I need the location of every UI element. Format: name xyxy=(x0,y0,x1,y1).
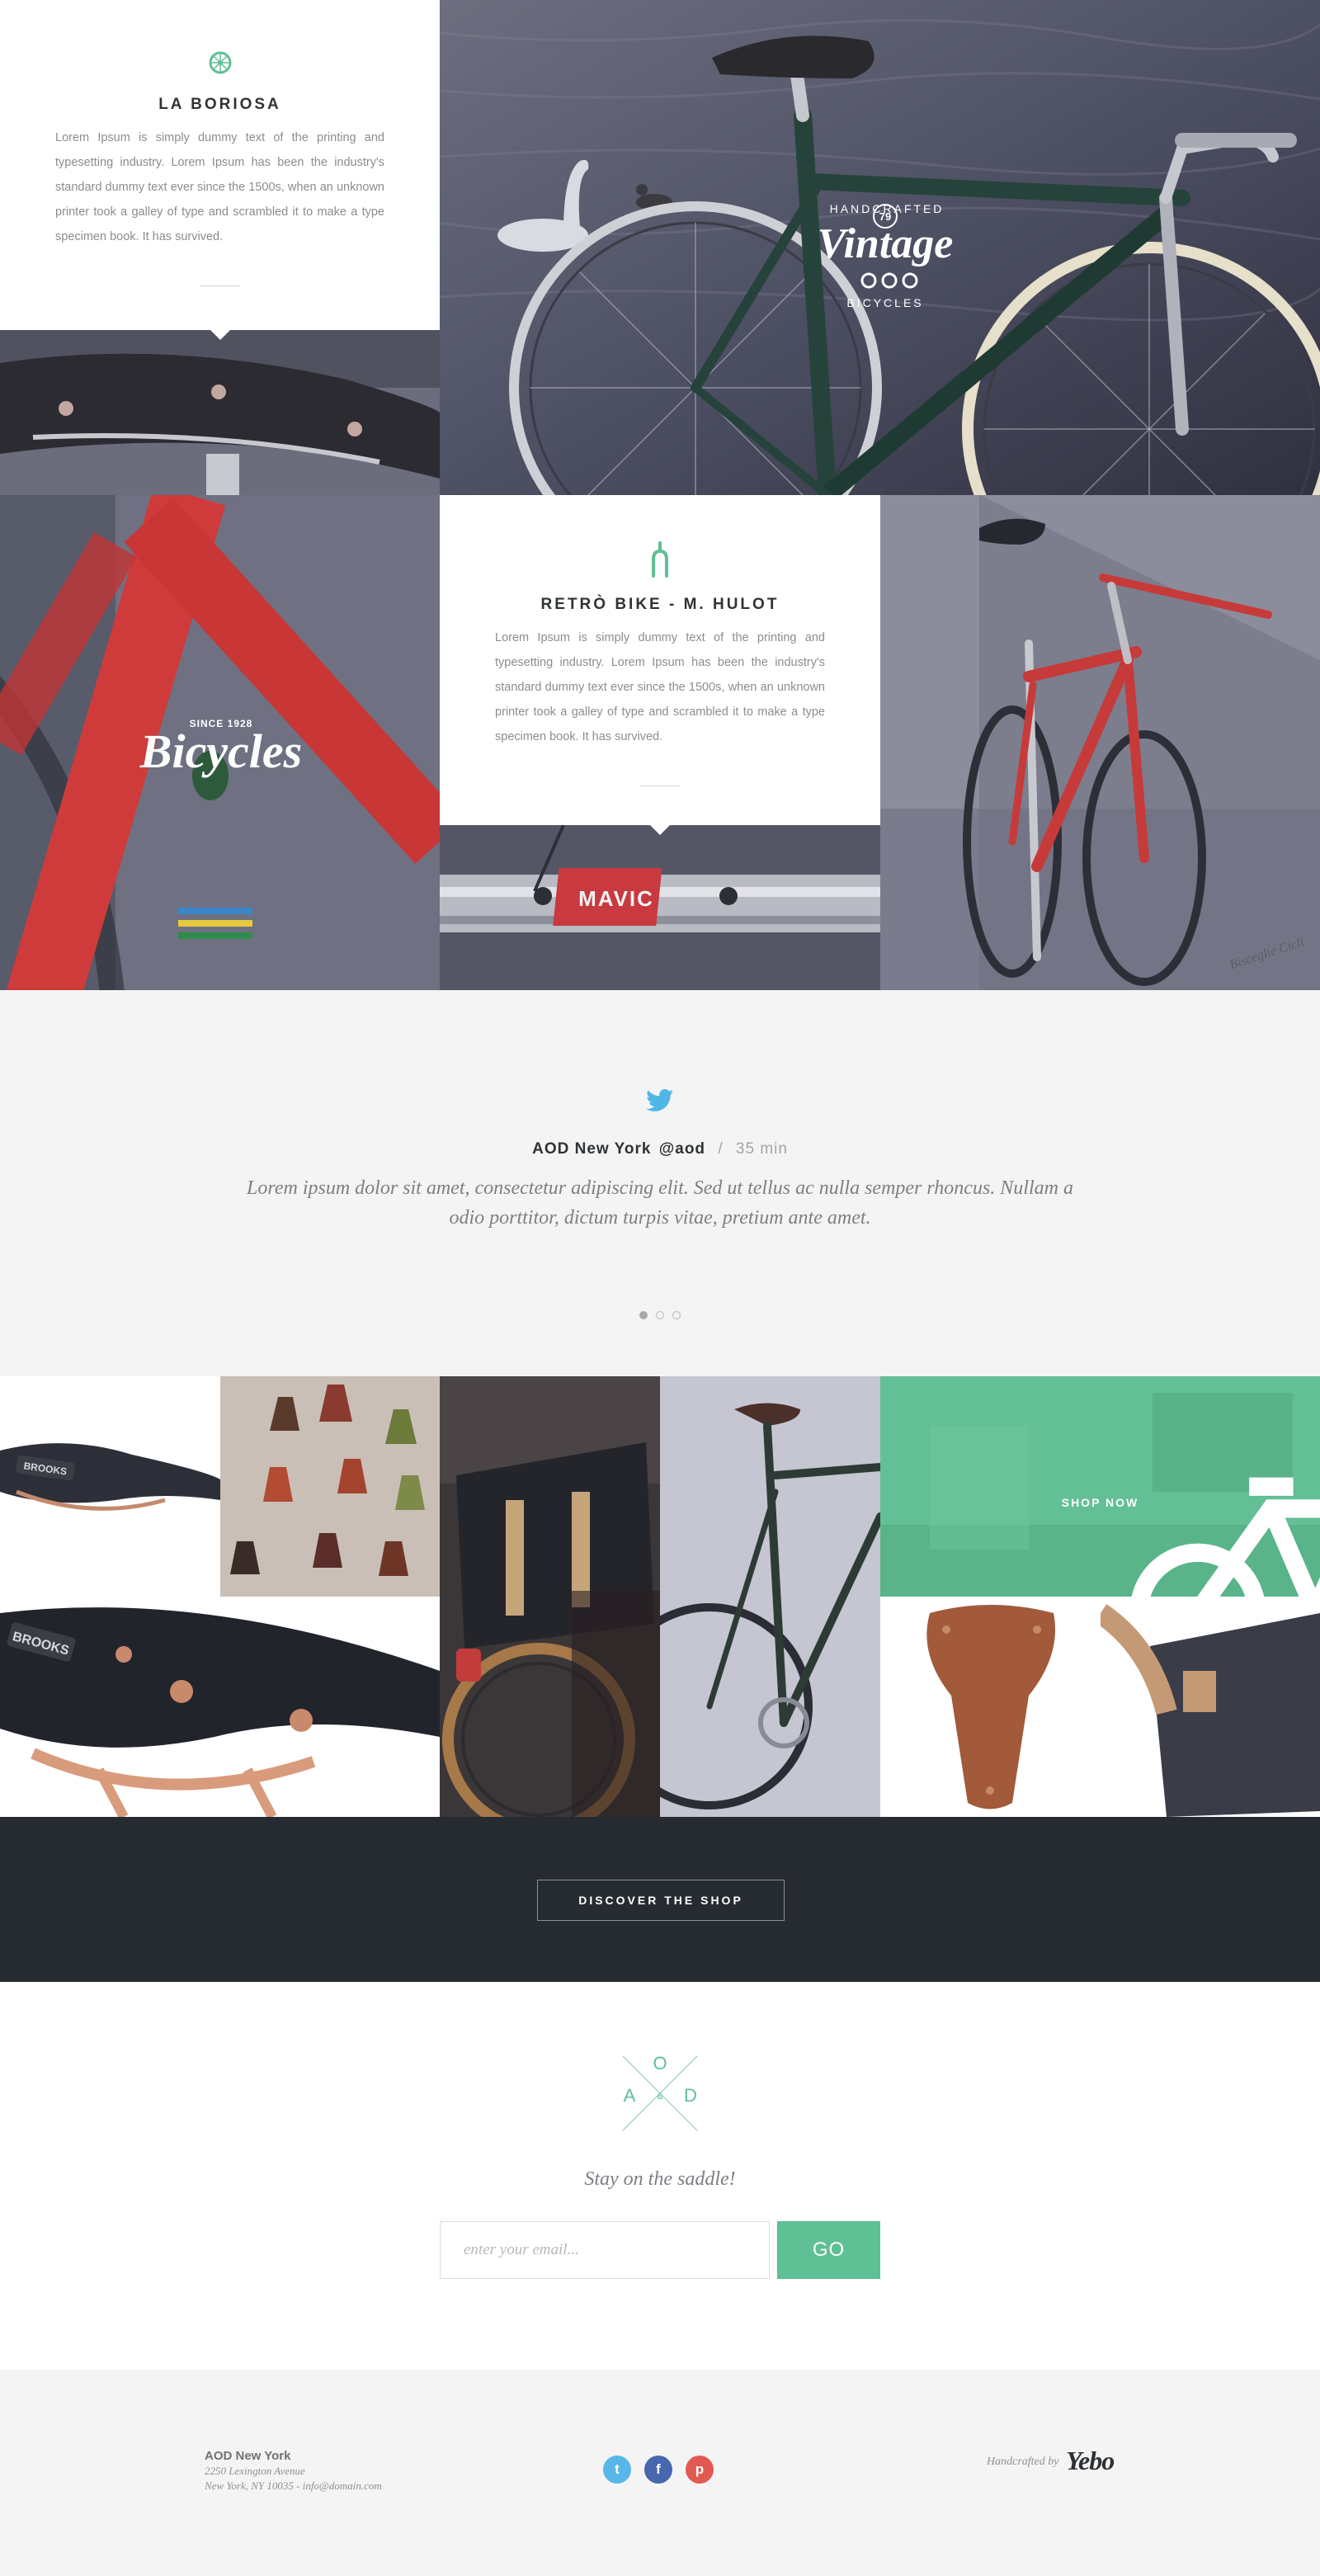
info-card-retro-bike: RETRÒ BIKE - M. HULOT Lorem Ipsum is sim… xyxy=(440,495,880,835)
footer-credit-text: Handcrafted by xyxy=(987,2456,1059,2468)
card-divider xyxy=(200,285,240,286)
logo-letter-d: D xyxy=(684,2085,697,2106)
gallery-shop-now-tile[interactable]: SHOP NOW xyxy=(880,1376,1320,1597)
badge-bicycles-text: BICYCLES xyxy=(846,296,923,309)
tweet-handle[interactable]: @aod xyxy=(659,1140,705,1158)
tweet-text: Lorem ipsum dolor sit amet, consectetur … xyxy=(247,1177,1073,1229)
logo-ampersand: & xyxy=(657,2092,663,2102)
tweet-separator: / xyxy=(718,1140,724,1158)
gallery-brown-saddle[interactable] xyxy=(880,1597,1101,1817)
tweet-pager xyxy=(639,1310,681,1320)
card-pointer xyxy=(210,330,230,340)
gallery-brooks-saddle-large[interactable]: BROOKS xyxy=(0,1597,440,1817)
pager-dot[interactable] xyxy=(672,1310,681,1320)
gallery-brooks-saddle-small[interactable]: BROOKS xyxy=(0,1376,220,1597)
twitter-social-icon[interactable]: t xyxy=(603,2456,631,2484)
page: HANDCRAFTED 79 Vintage BICYCLES LA BORIO… xyxy=(0,0,1320,2576)
hero-vintage-bike-photo: HANDCRAFTED 79 Vintage BICYCLES xyxy=(440,0,1320,495)
tweet-header: AOD New York @aod / 35 min xyxy=(0,1140,1320,1158)
pager-dot[interactable] xyxy=(655,1310,665,1320)
logo-letter-o: O xyxy=(653,2053,667,2074)
card-description: Lorem Ipsum is simply dummy text of the … xyxy=(55,131,384,243)
card-title: RETRÒ BIKE - M. HULOT xyxy=(540,596,780,613)
footer: AOD New York 2250 Lexington Avenue New Y… xyxy=(0,2370,1320,2576)
logo-letter-a: A xyxy=(624,2085,636,2106)
facebook-social-icon[interactable]: f xyxy=(644,2456,672,2484)
shop-banner: DISCOVER THE SHOP xyxy=(0,1817,1320,1982)
discover-shop-button[interactable]: DISCOVER THE SHOP xyxy=(537,1880,785,1921)
wheel-rim-photo: MAVIC xyxy=(440,825,880,990)
mavic-label-text: MAVIC xyxy=(578,886,654,911)
aod-logo: O A & D xyxy=(622,2053,698,2131)
footer-address: AOD New York 2250 Lexington Avenue New Y… xyxy=(205,2449,382,2493)
bicycle-wheel-icon xyxy=(209,51,231,74)
red-frame-photo: SINCE 1928 Bicycles xyxy=(0,495,440,990)
twitter-bird-icon[interactable] xyxy=(646,1089,674,1112)
pinterest-social-icon[interactable]: p xyxy=(686,2456,714,2484)
subscribe-button[interactable]: GO xyxy=(777,2221,880,2279)
tweet-timestamp: 35 min xyxy=(735,1140,788,1158)
card-pointer xyxy=(650,825,670,835)
bicycles-script-text: Bicycles xyxy=(139,724,302,778)
footer-city-email[interactable]: New York, NY 10035 - info@domain.com xyxy=(205,2479,382,2493)
footer-company-name: AOD New York xyxy=(205,2449,291,2463)
newsletter-section: O A & D Stay on the saddle! GO xyxy=(0,1982,1320,2370)
pager-dot-active[interactable] xyxy=(639,1311,648,1319)
gallery-road-bike[interactable] xyxy=(660,1376,880,1817)
footer-street: 2250 Lexington Avenue xyxy=(205,2465,305,2477)
gallery-saddle-wall[interactable] xyxy=(220,1376,440,1597)
newsletter-tagline: Stay on the saddle! xyxy=(584,2168,736,2190)
gallery-messenger-bag[interactable] xyxy=(1101,1597,1320,1817)
bicycle-icon xyxy=(1131,1477,1320,1597)
card-title: LA BORIOSA xyxy=(158,96,281,113)
tweet-author[interactable]: AOD New York xyxy=(532,1140,651,1158)
email-input[interactable] xyxy=(440,2221,770,2279)
bicycle-fork-icon xyxy=(652,541,668,578)
tweet-section: AOD New York @aod / 35 min Lorem ipsum d… xyxy=(0,990,1320,1376)
card-description: Lorem Ipsum is simply dummy text of the … xyxy=(495,631,825,743)
red-bike-wall-photo: Bisceglie Cicli xyxy=(880,495,1320,990)
info-card-la-boriosa: LA BORIOSA Lorem Ipsum is simply dummy t… xyxy=(0,0,440,340)
badge-vintage-text: Vintage xyxy=(818,220,954,267)
shop-now-label[interactable]: SHOP NOW xyxy=(880,1496,1320,1509)
leather-saddle-photo xyxy=(0,330,440,495)
gallery-pannier-bag[interactable] xyxy=(440,1376,660,1817)
yebo-logo[interactable]: Yebo xyxy=(1066,2446,1115,2476)
